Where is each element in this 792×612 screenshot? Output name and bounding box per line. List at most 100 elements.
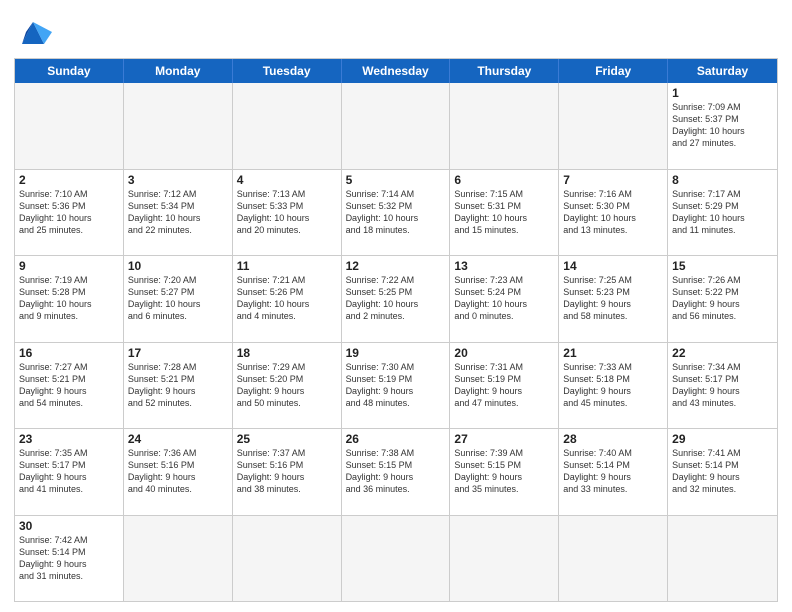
day-info: Sunrise: 7:38 AM Sunset: 5:15 PM Dayligh… [346, 447, 446, 496]
day-number: 6 [454, 173, 554, 187]
day-number: 14 [563, 259, 663, 273]
day-number: 19 [346, 346, 446, 360]
cal-cell-day-3: 3Sunrise: 7:12 AM Sunset: 5:34 PM Daylig… [124, 170, 233, 256]
day-number: 22 [672, 346, 773, 360]
day-info: Sunrise: 7:27 AM Sunset: 5:21 PM Dayligh… [19, 361, 119, 410]
day-info: Sunrise: 7:35 AM Sunset: 5:17 PM Dayligh… [19, 447, 119, 496]
page: SundayMondayTuesdayWednesdayThursdayFrid… [0, 0, 792, 612]
cal-cell-empty [342, 516, 451, 602]
day-info: Sunrise: 7:30 AM Sunset: 5:19 PM Dayligh… [346, 361, 446, 410]
day-info: Sunrise: 7:34 AM Sunset: 5:17 PM Dayligh… [672, 361, 773, 410]
cal-header-wednesday: Wednesday [342, 59, 451, 83]
cal-cell-day-23: 23Sunrise: 7:35 AM Sunset: 5:17 PM Dayli… [15, 429, 124, 515]
cal-cell-day-10: 10Sunrise: 7:20 AM Sunset: 5:27 PM Dayli… [124, 256, 233, 342]
day-info: Sunrise: 7:14 AM Sunset: 5:32 PM Dayligh… [346, 188, 446, 237]
day-number: 8 [672, 173, 773, 187]
cal-cell-day-20: 20Sunrise: 7:31 AM Sunset: 5:19 PM Dayli… [450, 343, 559, 429]
day-number: 23 [19, 432, 119, 446]
day-info: Sunrise: 7:20 AM Sunset: 5:27 PM Dayligh… [128, 274, 228, 323]
cal-row-2: 9Sunrise: 7:19 AM Sunset: 5:28 PM Daylig… [15, 255, 777, 342]
day-info: Sunrise: 7:17 AM Sunset: 5:29 PM Dayligh… [672, 188, 773, 237]
cal-header-friday: Friday [559, 59, 668, 83]
day-info: Sunrise: 7:36 AM Sunset: 5:16 PM Dayligh… [128, 447, 228, 496]
cal-cell-day-21: 21Sunrise: 7:33 AM Sunset: 5:18 PM Dayli… [559, 343, 668, 429]
cal-cell-empty [15, 83, 124, 169]
cal-cell-day-28: 28Sunrise: 7:40 AM Sunset: 5:14 PM Dayli… [559, 429, 668, 515]
cal-header-thursday: Thursday [450, 59, 559, 83]
cal-cell-day-15: 15Sunrise: 7:26 AM Sunset: 5:22 PM Dayli… [668, 256, 777, 342]
day-info: Sunrise: 7:33 AM Sunset: 5:18 PM Dayligh… [563, 361, 663, 410]
calendar-header: SundayMondayTuesdayWednesdayThursdayFrid… [15, 59, 777, 83]
day-info: Sunrise: 7:19 AM Sunset: 5:28 PM Dayligh… [19, 274, 119, 323]
day-info: Sunrise: 7:13 AM Sunset: 5:33 PM Dayligh… [237, 188, 337, 237]
cal-row-4: 23Sunrise: 7:35 AM Sunset: 5:17 PM Dayli… [15, 428, 777, 515]
day-info: Sunrise: 7:16 AM Sunset: 5:30 PM Dayligh… [563, 188, 663, 237]
cal-row-0: 1Sunrise: 7:09 AM Sunset: 5:37 PM Daylig… [15, 83, 777, 169]
cal-row-5: 30Sunrise: 7:42 AM Sunset: 5:14 PM Dayli… [15, 515, 777, 602]
cal-cell-empty [342, 83, 451, 169]
day-number: 15 [672, 259, 773, 273]
day-number: 12 [346, 259, 446, 273]
cal-cell-empty [559, 516, 668, 602]
cal-cell-day-26: 26Sunrise: 7:38 AM Sunset: 5:15 PM Dayli… [342, 429, 451, 515]
day-info: Sunrise: 7:22 AM Sunset: 5:25 PM Dayligh… [346, 274, 446, 323]
cal-cell-empty [450, 83, 559, 169]
day-number: 21 [563, 346, 663, 360]
day-number: 29 [672, 432, 773, 446]
day-info: Sunrise: 7:40 AM Sunset: 5:14 PM Dayligh… [563, 447, 663, 496]
day-number: 7 [563, 173, 663, 187]
day-number: 26 [346, 432, 446, 446]
cal-cell-day-1: 1Sunrise: 7:09 AM Sunset: 5:37 PM Daylig… [668, 83, 777, 169]
cal-cell-day-29: 29Sunrise: 7:41 AM Sunset: 5:14 PM Dayli… [668, 429, 777, 515]
day-info: Sunrise: 7:10 AM Sunset: 5:36 PM Dayligh… [19, 188, 119, 237]
cal-cell-day-18: 18Sunrise: 7:29 AM Sunset: 5:20 PM Dayli… [233, 343, 342, 429]
cal-cell-empty [233, 83, 342, 169]
cal-cell-empty [124, 516, 233, 602]
day-info: Sunrise: 7:23 AM Sunset: 5:24 PM Dayligh… [454, 274, 554, 323]
cal-cell-day-24: 24Sunrise: 7:36 AM Sunset: 5:16 PM Dayli… [124, 429, 233, 515]
day-number: 17 [128, 346, 228, 360]
cal-header-tuesday: Tuesday [233, 59, 342, 83]
day-number: 5 [346, 173, 446, 187]
day-info: Sunrise: 7:25 AM Sunset: 5:23 PM Dayligh… [563, 274, 663, 323]
logo [14, 14, 56, 52]
day-number: 11 [237, 259, 337, 273]
cal-cell-day-4: 4Sunrise: 7:13 AM Sunset: 5:33 PM Daylig… [233, 170, 342, 256]
cal-cell-day-19: 19Sunrise: 7:30 AM Sunset: 5:19 PM Dayli… [342, 343, 451, 429]
cal-cell-day-30: 30Sunrise: 7:42 AM Sunset: 5:14 PM Dayli… [15, 516, 124, 602]
cal-cell-day-11: 11Sunrise: 7:21 AM Sunset: 5:26 PM Dayli… [233, 256, 342, 342]
cal-cell-empty [668, 516, 777, 602]
day-number: 2 [19, 173, 119, 187]
day-info: Sunrise: 7:37 AM Sunset: 5:16 PM Dayligh… [237, 447, 337, 496]
cal-cell-empty [124, 83, 233, 169]
header [14, 10, 778, 52]
calendar-body: 1Sunrise: 7:09 AM Sunset: 5:37 PM Daylig… [15, 83, 777, 601]
cal-cell-day-6: 6Sunrise: 7:15 AM Sunset: 5:31 PM Daylig… [450, 170, 559, 256]
cal-cell-day-17: 17Sunrise: 7:28 AM Sunset: 5:21 PM Dayli… [124, 343, 233, 429]
cal-header-monday: Monday [124, 59, 233, 83]
day-info: Sunrise: 7:09 AM Sunset: 5:37 PM Dayligh… [672, 101, 773, 150]
day-number: 16 [19, 346, 119, 360]
cal-cell-day-2: 2Sunrise: 7:10 AM Sunset: 5:36 PM Daylig… [15, 170, 124, 256]
cal-row-1: 2Sunrise: 7:10 AM Sunset: 5:36 PM Daylig… [15, 169, 777, 256]
day-number: 27 [454, 432, 554, 446]
cal-cell-day-8: 8Sunrise: 7:17 AM Sunset: 5:29 PM Daylig… [668, 170, 777, 256]
cal-cell-day-16: 16Sunrise: 7:27 AM Sunset: 5:21 PM Dayli… [15, 343, 124, 429]
day-info: Sunrise: 7:41 AM Sunset: 5:14 PM Dayligh… [672, 447, 773, 496]
day-info: Sunrise: 7:28 AM Sunset: 5:21 PM Dayligh… [128, 361, 228, 410]
day-info: Sunrise: 7:42 AM Sunset: 5:14 PM Dayligh… [19, 534, 119, 583]
cal-cell-day-27: 27Sunrise: 7:39 AM Sunset: 5:15 PM Dayli… [450, 429, 559, 515]
day-info: Sunrise: 7:15 AM Sunset: 5:31 PM Dayligh… [454, 188, 554, 237]
cal-cell-empty [233, 516, 342, 602]
cal-cell-day-12: 12Sunrise: 7:22 AM Sunset: 5:25 PM Dayli… [342, 256, 451, 342]
day-number: 20 [454, 346, 554, 360]
cal-cell-empty [450, 516, 559, 602]
day-number: 3 [128, 173, 228, 187]
day-info: Sunrise: 7:31 AM Sunset: 5:19 PM Dayligh… [454, 361, 554, 410]
day-info: Sunrise: 7:39 AM Sunset: 5:15 PM Dayligh… [454, 447, 554, 496]
day-number: 10 [128, 259, 228, 273]
cal-cell-day-5: 5Sunrise: 7:14 AM Sunset: 5:32 PM Daylig… [342, 170, 451, 256]
day-number: 9 [19, 259, 119, 273]
calendar: SundayMondayTuesdayWednesdayThursdayFrid… [14, 58, 778, 602]
cal-cell-day-9: 9Sunrise: 7:19 AM Sunset: 5:28 PM Daylig… [15, 256, 124, 342]
